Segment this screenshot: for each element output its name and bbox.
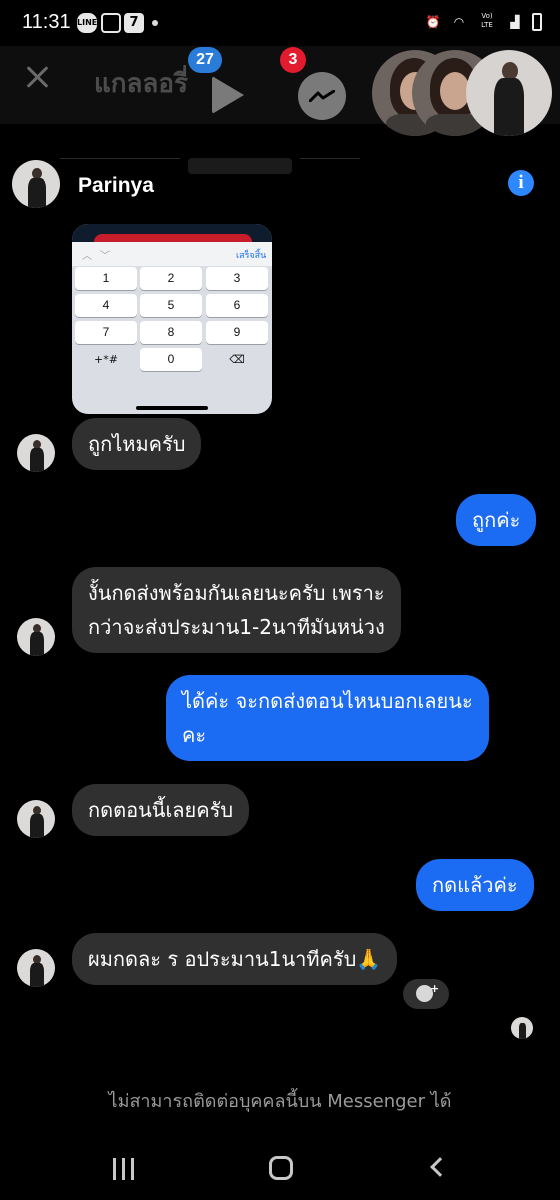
message-received[interactable]: กดตอนนี้เลยครับ	[72, 784, 250, 836]
navigation-bar	[0, 1134, 560, 1200]
line-icon: LINE	[77, 13, 97, 33]
chat-head-avatar[interactable]	[466, 50, 552, 136]
recents-button[interactable]	[113, 1158, 137, 1180]
message-line: คะ	[182, 723, 207, 747]
gallery-icon	[101, 13, 121, 33]
sender-avatar[interactable]	[17, 949, 55, 987]
message-sent[interactable]: กดแล้วค่ะ	[416, 859, 534, 911]
info-icon[interactable]: i	[508, 170, 534, 196]
battery-icon	[532, 13, 542, 31]
message-line: งั้นกดส่งพร้อมกันเลยนะครับ เพราะ	[88, 581, 385, 605]
signal-icon: ▟	[510, 15, 520, 29]
read-receipt-avatar	[511, 1017, 533, 1039]
play-icon	[212, 76, 244, 114]
alarm-icon: ⏰	[425, 15, 441, 29]
keypad-key: 8	[140, 321, 202, 344]
keypad-key: 3	[206, 267, 268, 290]
sender-avatar[interactable]	[17, 800, 55, 838]
chevron-up-icon: ︿	[82, 251, 92, 262]
header-title: แกลลอรี่	[94, 69, 188, 99]
keypad-key: 6	[206, 294, 268, 317]
home-indicator	[136, 406, 208, 410]
conversation-header: Parinya i	[0, 156, 560, 216]
message-line: ได้ค่ะ จะกดส่งตอนไหนบอกเลยนะ	[182, 689, 473, 713]
keypad-key: 4	[75, 294, 137, 317]
shared-image[interactable]: ︿ ﹀ เสร็จสิ้น 1 2 3 4 5 6 7 8 9 +*# 0 ⌫	[72, 224, 272, 414]
keypad-key: 1	[75, 267, 137, 290]
contact-name[interactable]: Parinya	[78, 174, 154, 198]
status-bar: 11:31 LINE 7 ⏰ ◠ Vo) LTE ▟	[0, 0, 560, 46]
keypad-key: 5	[140, 294, 202, 317]
seven-eleven-icon: 7	[124, 13, 144, 33]
messenger-count-badge: 3	[280, 47, 306, 73]
chat-heads-bar: แกลลอรี่ 27 3	[0, 46, 560, 174]
message-sent[interactable]: ถูกค่ะ	[456, 494, 537, 546]
video-play-button[interactable]	[194, 64, 264, 124]
back-button[interactable]	[430, 1157, 450, 1177]
keypad-key: 0	[140, 348, 202, 371]
add-reaction-button[interactable]: +	[403, 979, 449, 1009]
chevron-down-icon: ﹀	[100, 251, 110, 262]
keypad-key: 2	[140, 267, 202, 290]
keypad-key: 9	[206, 321, 268, 344]
contact-avatar[interactable]	[12, 160, 60, 208]
close-icon[interactable]	[24, 63, 52, 91]
keypad-done-label: เสร็จสิ้น	[236, 251, 267, 261]
keypad-key: +*#	[94, 353, 118, 366]
messenger-icon	[309, 90, 335, 102]
message-sent[interactable]: ได้ค่ะ จะกดส่งตอนไหนบอกเลยนะ คะ	[166, 675, 489, 761]
volte-icon: Vo) LTE	[481, 12, 493, 29]
cannot-contact-notice: ไม่สามารถติดต่อบุคคลนี้บน Messenger ได้	[108, 1091, 452, 1112]
sender-avatar[interactable]	[17, 434, 55, 472]
messenger-button[interactable]	[298, 72, 346, 120]
message-line: กว่าจะส่งประมาน1-2นาทีมันหน่วง	[88, 615, 385, 639]
home-button[interactable]	[269, 1156, 293, 1180]
message-received[interactable]: ถูกไหมครับ	[72, 418, 202, 470]
message-received[interactable]: ผมกดละ ร อประมาน1นาทีครับ🙏	[72, 933, 398, 985]
message-received[interactable]: งั้นกดส่งพร้อมกันเลยนะครับ เพราะ กว่าจะส…	[72, 567, 401, 653]
wifi-icon: ◠	[453, 15, 465, 29]
status-time: 11:31	[22, 11, 71, 33]
backspace-icon: ⌫	[229, 353, 245, 366]
sender-avatar[interactable]	[17, 618, 55, 656]
video-count-badge: 27	[188, 47, 222, 73]
status-icons-right: ⏰ ◠ Vo) LTE ▟	[424, 12, 542, 32]
keypad-key: 7	[75, 321, 137, 344]
plus-icon: +	[430, 982, 440, 995]
dot-icon	[152, 20, 158, 26]
